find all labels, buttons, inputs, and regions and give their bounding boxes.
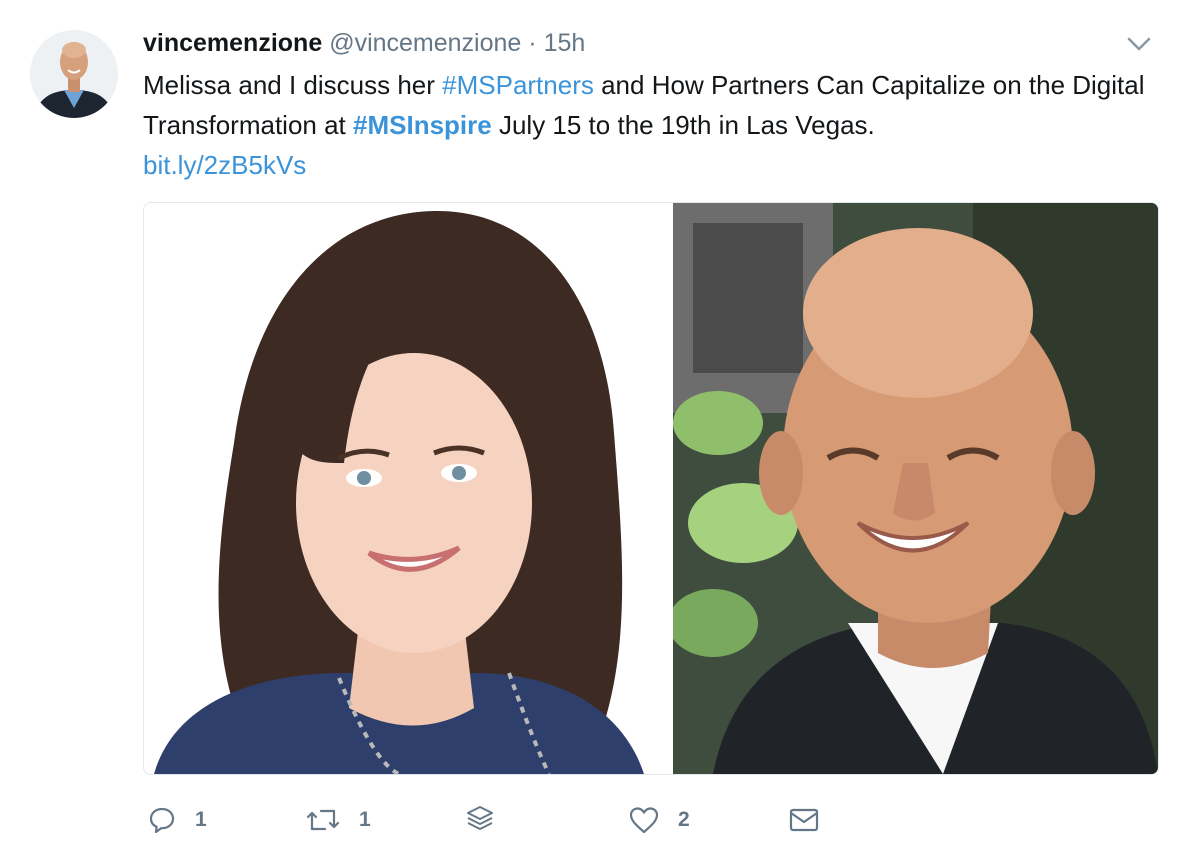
- tweet-menu-button[interactable]: [1124, 32, 1154, 56]
- hashtag-link[interactable]: #MSPartners: [442, 70, 594, 100]
- photo-left[interactable]: [144, 203, 671, 774]
- like-count: 2: [678, 808, 690, 831]
- retweet-count: 1: [359, 808, 371, 831]
- reply-button[interactable]: 1: [147, 800, 207, 840]
- retweet-button[interactable]: 1: [305, 800, 371, 840]
- photo-right[interactable]: [673, 203, 1158, 774]
- avatar[interactable]: [30, 30, 118, 118]
- share-layers-button[interactable]: [465, 800, 495, 840]
- like-button[interactable]: 2: [628, 800, 690, 840]
- tweet-url-link[interactable]: bit.ly/2zB5kVs: [143, 145, 1153, 185]
- tweet-timestamp[interactable]: 15h: [544, 29, 586, 57]
- media-container: [143, 202, 1159, 775]
- portrait-woman-image: [144, 203, 671, 774]
- tweet-card[interactable]: vincemenzione @vincemenzione · 15h Melis…: [0, 0, 1180, 850]
- layers-icon: [467, 806, 493, 830]
- tweet-header: vincemenzione @vincemenzione · 15h: [143, 27, 585, 59]
- heart-icon: [629, 807, 659, 834]
- tweet-text-part: Melissa and I discuss her: [143, 70, 443, 100]
- hashtag-link[interactable]: #MSInspire: [353, 110, 492, 140]
- portrait-man-image: [673, 203, 1158, 774]
- tweet-text-part: July 15 to the 19th in Las Vegas.: [491, 110, 875, 140]
- author-handle[interactable]: @vincemenzione: [329, 29, 521, 57]
- retweet-icon: [306, 809, 340, 831]
- reply-count: 1: [195, 808, 207, 831]
- direct-message-button[interactable]: [788, 800, 820, 840]
- separator-dot: ·: [528, 29, 537, 57]
- chevron-down-icon: [1127, 37, 1151, 51]
- envelope-icon: [789, 808, 819, 832]
- avatar-image: [30, 30, 118, 118]
- tweet-actions: 1 1 2: [143, 800, 1153, 840]
- reply-icon: [149, 807, 175, 834]
- author-name[interactable]: vincemenzione: [143, 29, 322, 57]
- tweet-text: Melissa and I discuss her #MSPartners an…: [143, 65, 1153, 185]
